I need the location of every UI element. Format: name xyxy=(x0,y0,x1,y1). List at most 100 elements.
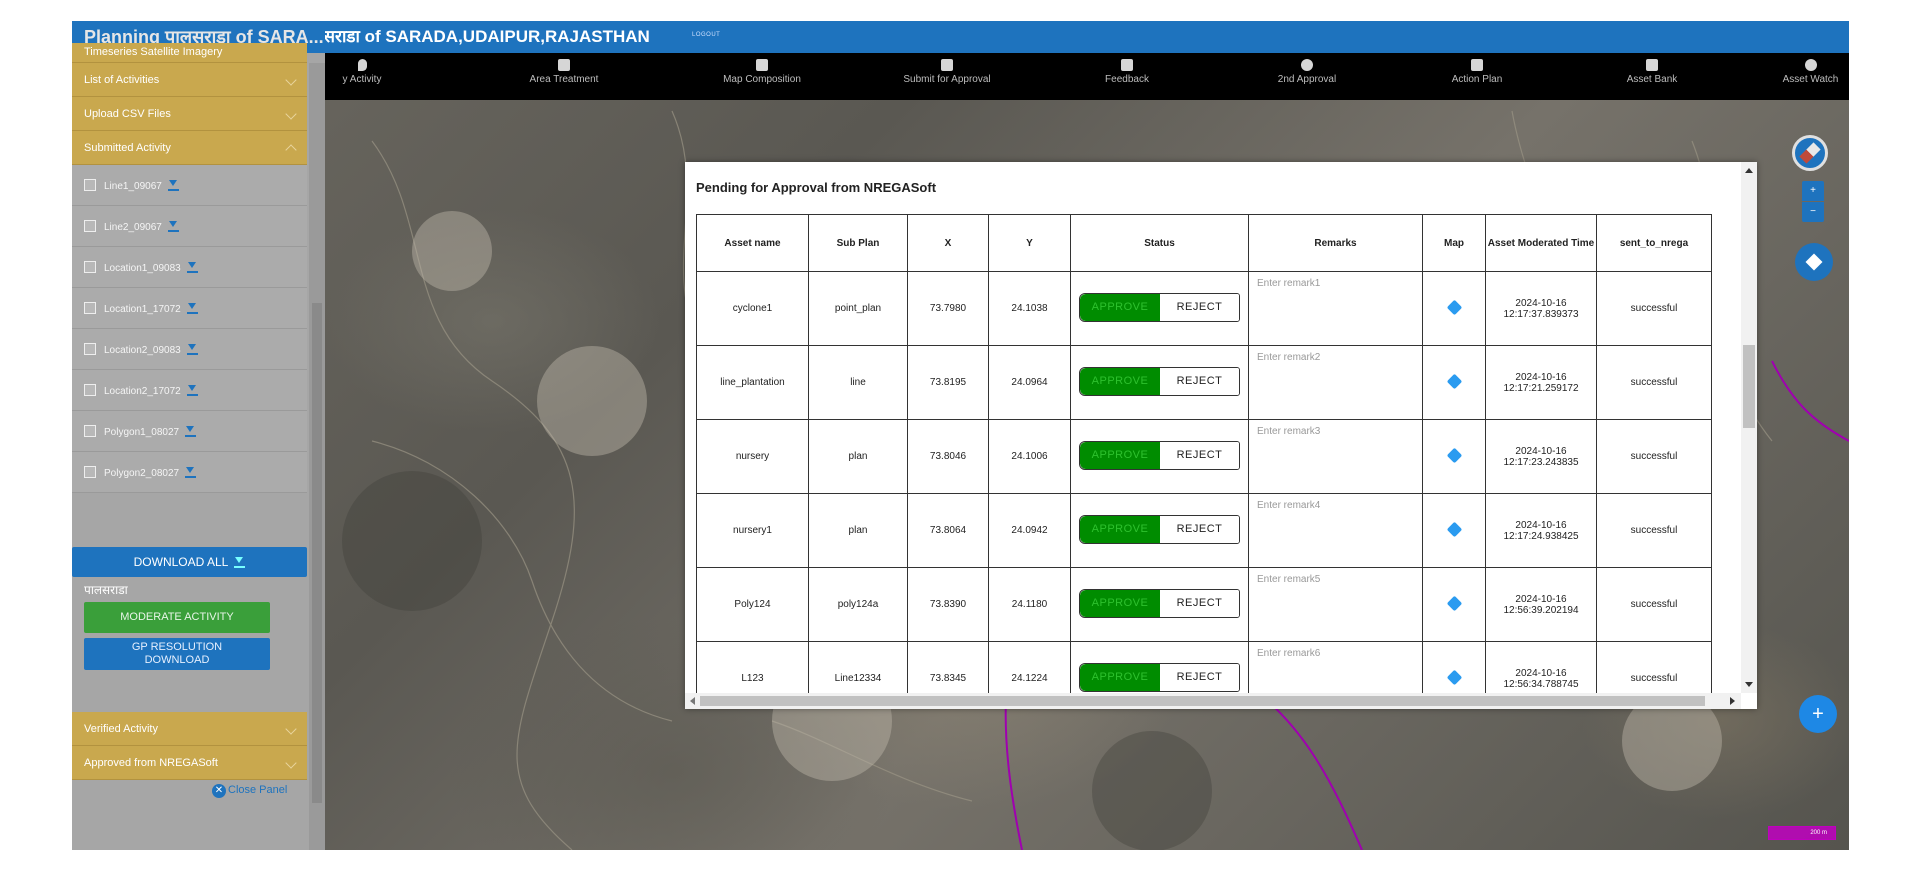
file-checkbox[interactable] xyxy=(84,220,96,232)
scroll-right-arrow-icon[interactable] xyxy=(1730,697,1735,705)
gp-resolution-download-button[interactable]: GP RESOLUTION DOWNLOAD xyxy=(84,638,270,670)
remark-input[interactable]: Enter remark1 xyxy=(1248,271,1423,346)
menu-item-activity[interactable]: y Activity xyxy=(327,53,397,100)
file-checkbox[interactable] xyxy=(84,384,96,396)
accordion-list-of-activities[interactable]: List of Activities xyxy=(72,63,307,97)
approve-button[interactable]: APPROVE xyxy=(1080,367,1160,395)
accordion-timeseries-imagery[interactable]: Timeseries Satellite Imagery xyxy=(72,43,307,63)
download-icon[interactable] xyxy=(186,261,198,273)
accordion-upload-csv[interactable]: Upload CSV Files xyxy=(72,97,307,131)
status-toggle: APPROVE REJECT xyxy=(1079,366,1240,396)
remark-input[interactable]: Enter remark5 xyxy=(1248,567,1423,642)
menu-item-asset-bank[interactable]: Asset Bank xyxy=(1607,53,1697,100)
layers-icon xyxy=(1805,253,1823,271)
compass-button[interactable] xyxy=(1792,135,1828,171)
remark-input[interactable]: Enter remark3 xyxy=(1248,419,1423,494)
moderated-date: 2024-10-16 xyxy=(1515,371,1567,383)
col-header-status: Status xyxy=(1070,214,1249,272)
map-layers-icon[interactable] xyxy=(1446,521,1462,537)
moderated-time: 12:56:34.788745 xyxy=(1503,678,1579,690)
map-layers-icon[interactable] xyxy=(1446,299,1462,315)
map-layers-icon[interactable] xyxy=(1446,595,1462,611)
approve-button[interactable]: APPROVE xyxy=(1080,441,1160,469)
bank-icon xyxy=(1646,59,1658,71)
file-checkbox[interactable] xyxy=(84,302,96,314)
cell-map xyxy=(1422,493,1486,568)
reject-button[interactable]: REJECT xyxy=(1160,441,1239,469)
map-layers-icon[interactable] xyxy=(1446,669,1462,685)
cell-y: 24.1224 xyxy=(988,641,1071,695)
download-icon[interactable] xyxy=(186,302,198,314)
table-header-row: Asset name Sub Plan X Y Status Remarks M… xyxy=(696,214,1712,272)
modal-horizontal-scrollbar-thumb[interactable] xyxy=(700,696,1705,706)
reject-button[interactable]: REJECT xyxy=(1160,367,1239,395)
menu-item-map-composition[interactable]: Map Composition xyxy=(697,53,827,100)
cell-status: APPROVE REJECT xyxy=(1070,493,1249,568)
modal-vertical-scrollbar-thumb[interactable] xyxy=(1743,345,1755,428)
file-checkbox[interactable] xyxy=(84,261,96,273)
menu-item-2nd-approval[interactable]: 2nd Approval xyxy=(1257,53,1357,100)
download-icon[interactable] xyxy=(167,220,179,232)
cell-x: 73.7980 xyxy=(907,271,989,346)
file-checkbox[interactable] xyxy=(84,343,96,355)
accordion-label: List of Activities xyxy=(84,74,160,86)
menu-item-area-treatment[interactable]: Area Treatment xyxy=(504,53,624,100)
accordion-submitted-activity[interactable]: Submitted Activity xyxy=(72,131,307,165)
zoom-in-button[interactable]: + xyxy=(1802,181,1824,201)
download-icon[interactable] xyxy=(186,343,198,355)
remark-input[interactable]: Enter remark6 xyxy=(1248,641,1423,695)
approve-button[interactable]: APPROVE xyxy=(1080,515,1160,543)
menu-item-label: Action Plan xyxy=(1451,74,1503,85)
close-panel-button[interactable]: ✕ Close Panel xyxy=(212,784,287,798)
table-row: line_plantation line 73.8195 24.0964 APP… xyxy=(696,345,1712,420)
menu-item-submit-for-approval[interactable]: Submit for Approval xyxy=(877,53,1017,100)
approve-button[interactable]: APPROVE xyxy=(1080,589,1160,617)
reject-button[interactable]: REJECT xyxy=(1160,293,1239,321)
menu-item-action-plan[interactable]: Action Plan xyxy=(1432,53,1522,100)
file-checkbox[interactable] xyxy=(84,466,96,478)
map-layers-icon[interactable] xyxy=(1446,373,1462,389)
modal-horizontal-scrollbar[interactable] xyxy=(685,693,1741,709)
sidebar-scrollbar[interactable] xyxy=(309,63,325,850)
file-checkbox[interactable] xyxy=(84,425,96,437)
scroll-down-arrow-icon[interactable] xyxy=(1745,682,1753,687)
sidebar-scrollbar-thumb[interactable] xyxy=(312,303,322,803)
approve-button[interactable]: APPROVE xyxy=(1080,663,1160,691)
add-button[interactable]: + xyxy=(1799,695,1837,733)
approve-button[interactable]: APPROVE xyxy=(1080,293,1160,321)
chevron-down-icon xyxy=(285,107,297,120)
reject-button[interactable]: REJECT xyxy=(1160,663,1239,691)
menu-item-feedback[interactable]: Feedback xyxy=(1082,53,1172,100)
moderate-activity-button[interactable]: MODERATE ACTIVITY xyxy=(84,602,270,633)
scroll-up-arrow-icon[interactable] xyxy=(1745,168,1753,173)
layers-button[interactable] xyxy=(1795,243,1833,281)
accordion-verified-activity[interactable]: Verified Activity xyxy=(72,712,307,746)
download-icon[interactable] xyxy=(185,466,197,478)
menu-item-asset-watch[interactable]: Asset Watch xyxy=(1772,53,1849,100)
download-icon[interactable] xyxy=(167,179,179,191)
file-item-location1-09083: Location1_09083 xyxy=(72,247,307,288)
logout-link[interactable]: LOGOUT xyxy=(692,32,720,38)
accordion-approved-from-nregasoft[interactable]: Approved from NREGASoft xyxy=(72,746,307,780)
scroll-left-arrow-icon[interactable] xyxy=(690,697,695,705)
file-item-line1-09067: Line1_09067 xyxy=(72,165,307,206)
remark-input[interactable]: Enter remark2 xyxy=(1248,345,1423,420)
col-header-sub-plan: Sub Plan xyxy=(808,214,908,272)
cell-sub-plan: Line12334 xyxy=(808,641,908,695)
reject-button[interactable]: REJECT xyxy=(1160,589,1239,617)
reject-button[interactable]: REJECT xyxy=(1160,515,1239,543)
file-checkbox[interactable] xyxy=(84,179,96,191)
moderated-time: 12:56:39.202194 xyxy=(1503,604,1579,616)
modal-vertical-scrollbar[interactable] xyxy=(1741,162,1757,693)
download-icon xyxy=(234,556,246,568)
chevron-up-icon xyxy=(285,143,297,156)
download-icon[interactable] xyxy=(186,384,198,396)
col-header-remarks: Remarks xyxy=(1248,214,1423,272)
zoom-out-button[interactable]: − xyxy=(1802,202,1824,222)
cell-x: 73.8195 xyxy=(907,345,989,420)
remark-input[interactable]: Enter remark4 xyxy=(1248,493,1423,568)
map-layers-icon[interactable] xyxy=(1446,447,1462,463)
cell-y: 24.1038 xyxy=(988,271,1071,346)
download-icon[interactable] xyxy=(185,425,197,437)
download-all-button[interactable]: DOWNLOAD ALL xyxy=(72,547,307,577)
